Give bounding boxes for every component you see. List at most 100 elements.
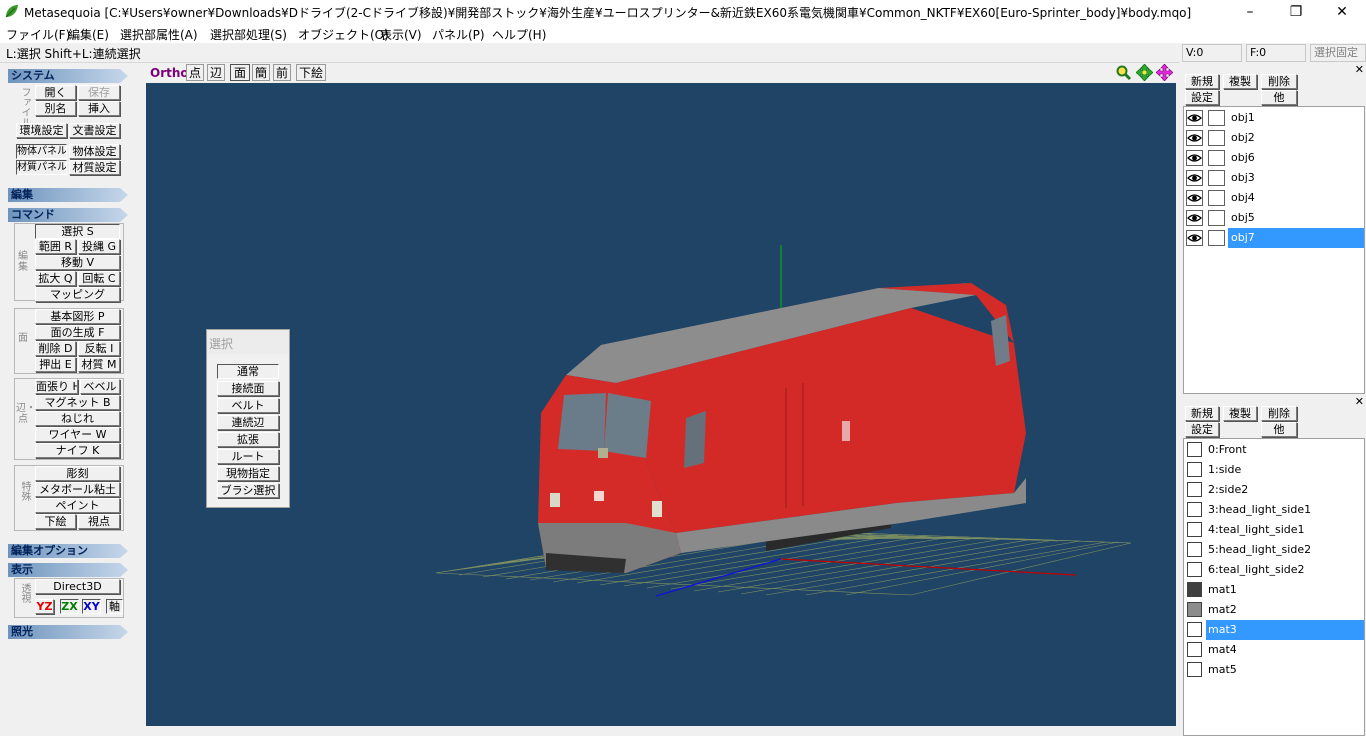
edit-section-header[interactable]: 編集 bbox=[8, 188, 128, 202]
eye-visibility-icon[interactable] bbox=[1186, 130, 1203, 146]
invert-command-button[interactable]: 反転 I bbox=[78, 341, 120, 356]
move-command-button[interactable]: 移動 V bbox=[35, 255, 120, 270]
object-delete-button[interactable]: 削除 bbox=[1261, 74, 1297, 89]
material-row[interactable]: mat5 bbox=[1184, 660, 1364, 680]
magnet-command-button[interactable]: マグネット B bbox=[35, 395, 120, 410]
environment-settings-button[interactable]: 環境設定 bbox=[16, 123, 67, 138]
material-row-selected[interactable]: mat3 bbox=[1184, 620, 1364, 640]
material-row[interactable]: 0:Front bbox=[1184, 440, 1364, 460]
direct3d-button[interactable]: Direct3D bbox=[35, 579, 120, 594]
lock-checkbox[interactable] bbox=[1208, 210, 1225, 226]
material-color-swatch[interactable] bbox=[1187, 522, 1202, 537]
material-color-swatch[interactable] bbox=[1187, 582, 1202, 597]
object-new-button[interactable]: 新規 bbox=[1185, 74, 1219, 89]
system-section-header[interactable]: システム bbox=[8, 69, 128, 83]
menu-help[interactable]: ヘルプ(H) bbox=[492, 26, 546, 43]
save-as-button[interactable]: 別名 bbox=[35, 101, 76, 116]
menu-view[interactable]: 表示(V) bbox=[380, 26, 422, 43]
material-color-swatch[interactable] bbox=[1187, 602, 1202, 617]
document-settings-button[interactable]: 文書設定 bbox=[69, 123, 120, 138]
edge-display-button[interactable]: 辺 bbox=[207, 64, 225, 81]
lasso-command-button[interactable]: 投縄 G bbox=[78, 239, 120, 254]
eye-visibility-icon[interactable] bbox=[1186, 110, 1203, 126]
rotate-command-button[interactable]: 回転 C bbox=[78, 271, 120, 286]
material-name[interactable]: 5:head_light_side2 bbox=[1206, 540, 1364, 560]
magnifier-icon[interactable] bbox=[1116, 65, 1132, 81]
zx-view-button[interactable]: ZX bbox=[60, 599, 79, 614]
material-row[interactable]: 6:teal_light_side2 bbox=[1184, 560, 1364, 580]
scale-command-button[interactable]: 拡大 Q bbox=[35, 271, 76, 286]
bevel-command-button[interactable]: ベベル bbox=[80, 379, 120, 394]
material-name[interactable]: mat2 bbox=[1206, 600, 1364, 620]
primitive-command-button[interactable]: 基本図形 P bbox=[35, 309, 120, 324]
menu-panel[interactable]: パネル(P) bbox=[432, 26, 485, 43]
viewpoint-command-button[interactable]: 視点 bbox=[78, 514, 120, 529]
material-row[interactable]: 4:teal_light_side1 bbox=[1184, 520, 1364, 540]
xy-view-button[interactable]: XY bbox=[82, 599, 101, 614]
lighting-section-header[interactable]: 照光 bbox=[8, 625, 128, 639]
display-section-header[interactable]: 表示 bbox=[8, 563, 128, 577]
lock-checkbox[interactable] bbox=[1208, 110, 1225, 126]
eye-visibility-icon[interactable] bbox=[1186, 170, 1203, 186]
object-row[interactable]: obj2 bbox=[1184, 128, 1364, 148]
locomotive-model[interactable] bbox=[538, 283, 1026, 573]
metaball-command-button[interactable]: メタボール粘土 bbox=[35, 482, 120, 497]
object-panel-toggle[interactable]: 物体パネル bbox=[16, 144, 67, 159]
point-display-button[interactable]: 点 bbox=[186, 64, 204, 81]
menu-selection-process[interactable]: 選択部処理(S) bbox=[210, 26, 287, 43]
material-row[interactable]: 3:head_light_side1 bbox=[1184, 500, 1364, 520]
material-panel-close-icon[interactable]: ✕ bbox=[1355, 395, 1364, 408]
underlay-display-button[interactable]: 下絵 bbox=[296, 64, 326, 81]
material-color-swatch[interactable] bbox=[1187, 442, 1202, 457]
material-settings-button[interactable]: 材質設定 bbox=[69, 160, 120, 175]
edit-option-section-header[interactable]: 編集オプション bbox=[8, 544, 128, 558]
material-name[interactable]: mat4 bbox=[1206, 640, 1364, 660]
material-name[interactable]: 0:Front bbox=[1206, 440, 1364, 460]
material-color-swatch[interactable] bbox=[1187, 642, 1202, 657]
material-color-swatch[interactable] bbox=[1187, 562, 1202, 577]
select-connected-faces-option[interactable]: 接続面 bbox=[217, 381, 279, 396]
eye-visibility-icon[interactable] bbox=[1186, 210, 1203, 226]
material-name[interactable]: 2:side2 bbox=[1206, 480, 1364, 500]
material-name[interactable]: mat5 bbox=[1206, 660, 1364, 680]
material-new-button[interactable]: 新規 bbox=[1185, 406, 1219, 421]
object-copy-button[interactable]: 複製 bbox=[1223, 74, 1257, 89]
stretch-command-button[interactable]: 面張り H bbox=[35, 379, 78, 394]
maximize-button[interactable]: ❐ bbox=[1273, 0, 1319, 24]
object-settings-button[interactable]: 設定 bbox=[1185, 90, 1219, 105]
object-row[interactable]: obj5 bbox=[1184, 208, 1364, 228]
rotate-icon[interactable] bbox=[1156, 64, 1173, 81]
material-other-button[interactable]: 他 bbox=[1261, 422, 1297, 437]
menu-edit[interactable]: 編集(E) bbox=[68, 26, 109, 43]
lock-checkbox[interactable] bbox=[1208, 130, 1225, 146]
sculpt-command-button[interactable]: 彫刻 bbox=[35, 466, 120, 481]
save-button[interactable]: 保存 bbox=[78, 85, 120, 100]
minimize-button[interactable]: – bbox=[1227, 0, 1273, 24]
select-edge-loop-option[interactable]: 連続辺 bbox=[217, 415, 279, 430]
close-button[interactable]: ✕ bbox=[1319, 0, 1365, 24]
object-row[interactable]: obj6 bbox=[1184, 148, 1364, 168]
material-color-swatch[interactable] bbox=[1187, 502, 1202, 517]
material-row[interactable]: 1:side bbox=[1184, 460, 1364, 480]
material-name[interactable]: 6:teal_light_side2 bbox=[1206, 560, 1364, 580]
select-route-option[interactable]: ルート bbox=[217, 449, 279, 464]
object-row[interactable]: obj1 bbox=[1184, 108, 1364, 128]
object-row-selected[interactable]: obj7 bbox=[1184, 228, 1364, 248]
object-settings-button[interactable]: 物体設定 bbox=[69, 144, 120, 159]
lock-checkbox[interactable] bbox=[1208, 190, 1225, 206]
material-settings-button[interactable]: 設定 bbox=[1185, 422, 1219, 437]
axis-toggle-button[interactable]: 軸 bbox=[106, 599, 123, 614]
select-command-button[interactable]: 選択 S bbox=[35, 224, 120, 239]
move-arrows-icon[interactable] bbox=[1136, 64, 1153, 81]
material-color-swatch[interactable] bbox=[1187, 482, 1202, 497]
select-belt-option[interactable]: ベルト bbox=[217, 398, 279, 413]
make-face-command-button[interactable]: 面の生成 F bbox=[35, 325, 120, 340]
selection-lock-button[interactable]: 選択固定 bbox=[1310, 44, 1366, 62]
face-display-button[interactable]: 面 bbox=[230, 64, 250, 81]
material-row[interactable]: 2:side2 bbox=[1184, 480, 1364, 500]
object-panel-close-icon[interactable]: ✕ bbox=[1355, 63, 1364, 76]
material-delete-button[interactable]: 削除 bbox=[1261, 406, 1297, 421]
wire-command-button[interactable]: ワイヤー W bbox=[35, 427, 120, 442]
menu-file[interactable]: ファイル(F) bbox=[6, 26, 70, 43]
mapping-command-button[interactable]: マッピング bbox=[35, 287, 120, 302]
